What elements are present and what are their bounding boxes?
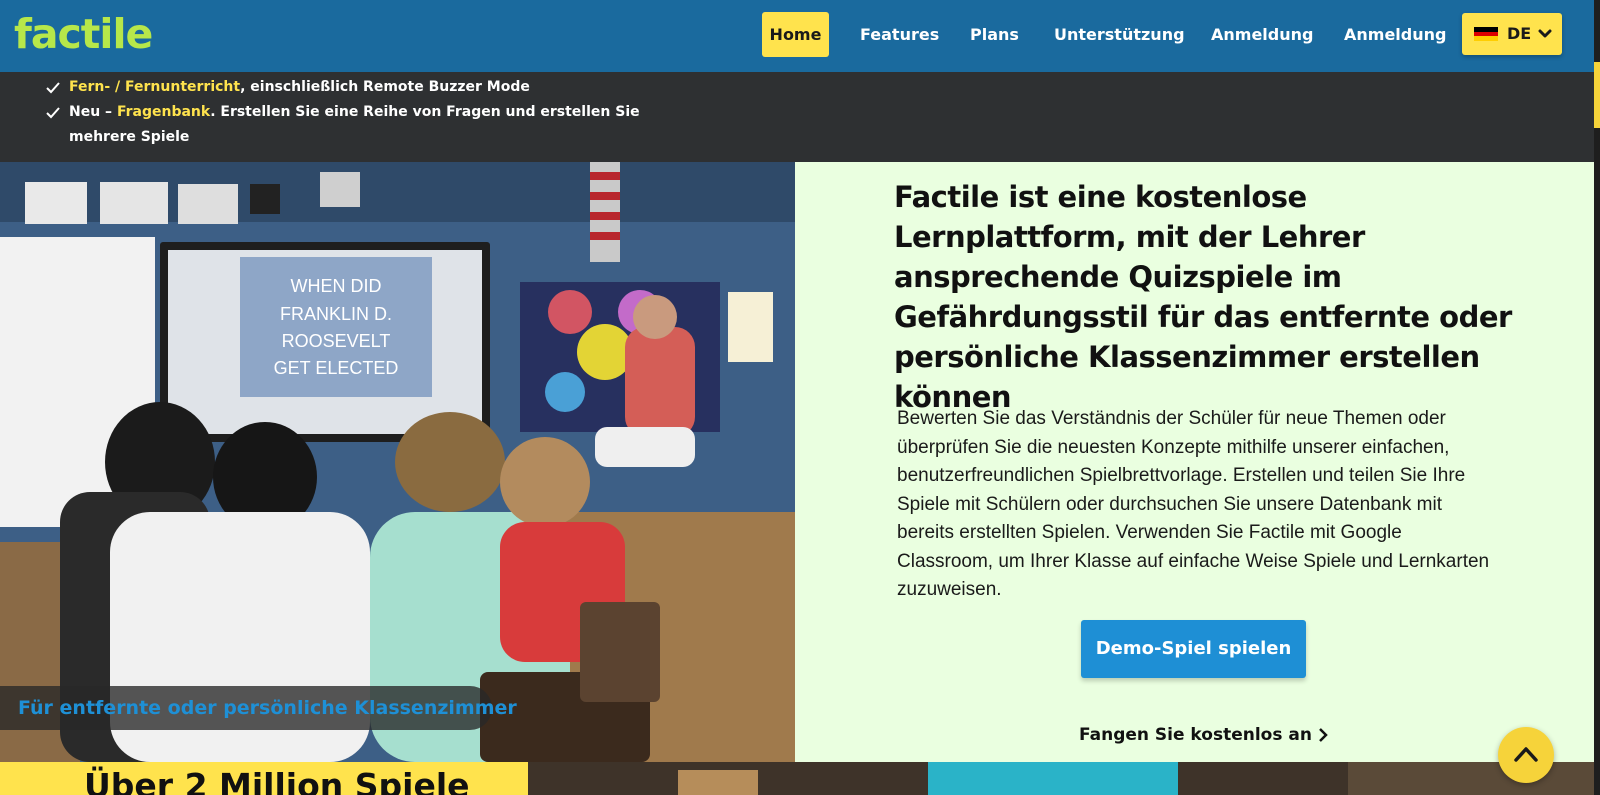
nav-features[interactable]: Features: [860, 12, 939, 57]
chevron-down-icon: [1538, 29, 1552, 38]
feature-highlight[interactable]: Fragenbank: [117, 104, 210, 120]
nav-login-1[interactable]: Anmeldung: [1211, 12, 1313, 57]
play-demo-button[interactable]: Demo-Spiel spielen: [1081, 620, 1306, 678]
hero-caption-text: Für entfernte oder persönliche Klassenzi…: [18, 697, 517, 719]
classroom-illustration-2: [528, 762, 1594, 795]
scroll-to-top-button[interactable]: [1498, 727, 1554, 783]
screen-line-2: FRANKLIN D.: [280, 304, 392, 324]
chevron-right-icon: [1319, 728, 1328, 742]
factile-logo[interactable]: factile: [14, 10, 153, 58]
checkmark-icon: [46, 82, 60, 94]
feature-text: , einschließlich Remote Buzzer Mode: [240, 79, 530, 95]
top-nav-bar: factile Home Features Plans Unterstützun…: [0, 0, 1594, 72]
classroom-photo: WHEN DID FRANKLIN D. ROOSEVELT GET ELECT…: [0, 162, 795, 762]
page-scrollbar[interactable]: [1594, 0, 1600, 795]
classroom-illustration: WHEN DID FRANKLIN D. ROOSEVELT GET ELECT…: [0, 162, 795, 762]
scrollbar-thumb[interactable]: [1594, 62, 1600, 128]
hero-caption: Für entfernte oder persönliche Klassenzi…: [0, 686, 517, 730]
stats-title: Über 2 Million Spiele: [84, 766, 470, 795]
start-free-link[interactable]: Fangen Sie kostenlos an: [1079, 722, 1328, 748]
chevron-up-icon: [1514, 747, 1538, 762]
screen-line-4: GET ELECTED: [274, 358, 399, 378]
hero-description: Bewerten Sie das Verständnis der Schüler…: [897, 408, 1490, 600]
stats-banner: Über 2 Million Spiele: [0, 762, 528, 795]
second-classroom-photo: [528, 762, 1594, 795]
screen-line-1: WHEN DID: [291, 276, 382, 296]
hero-content: Factile ist eine kostenlose Lernplattfor…: [795, 162, 1594, 762]
nav-home[interactable]: Home: [762, 12, 829, 57]
language-selector[interactable]: DE: [1462, 13, 1562, 55]
start-free-link-label: Fangen Sie kostenlos an: [1079, 725, 1312, 745]
nav-login-2[interactable]: Anmeldung: [1344, 12, 1446, 57]
language-code: DE: [1507, 24, 1532, 43]
hero-headline: Factile ist eine kostenlose Lernplattfor…: [894, 180, 1512, 414]
checkmark-icon: [46, 107, 60, 119]
feature-highlight[interactable]: Fern- / Fernunterricht: [69, 79, 240, 95]
feature-prefix: Neu –: [69, 104, 117, 120]
nav-support[interactable]: Unterstützung: [1054, 12, 1185, 57]
screen-line-3: ROOSEVELT: [282, 331, 391, 351]
nav-plans[interactable]: Plans: [970, 12, 1019, 57]
germany-flag-icon: [1474, 27, 1498, 41]
